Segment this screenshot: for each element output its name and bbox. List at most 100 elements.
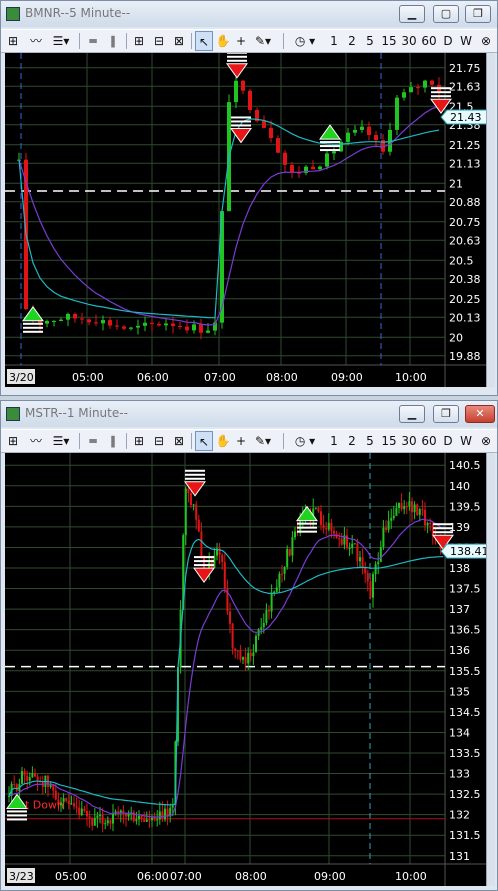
candle-down: [153, 817, 156, 821]
candle-up: [351, 543, 354, 549]
draw-pen-icon[interactable]: ✎▾: [251, 31, 275, 51]
candle-down: [325, 528, 328, 530]
candle-up: [318, 166, 322, 170]
close-button[interactable]: ✕: [465, 405, 495, 423]
crosshair-icon[interactable]: +: [234, 31, 248, 51]
period-w[interactable]: W: [458, 31, 474, 51]
draw-pen-icon[interactable]: ✎▾: [251, 431, 275, 451]
minimize-button[interactable]: ▁: [399, 5, 425, 23]
vertical-lines-icon[interactable]: ∥: [105, 431, 121, 451]
candle-up: [171, 805, 174, 808]
y-axis-tick-label: 132.5: [449, 788, 481, 801]
candle-down: [115, 325, 119, 327]
period-30[interactable]: 30: [400, 431, 418, 451]
pointer-icon[interactable]: ↖: [195, 31, 213, 51]
period-2[interactable]: 2: [346, 31, 358, 51]
candle-down: [75, 806, 78, 808]
clock-dropdown-icon[interactable]: ◷ ▾: [288, 31, 322, 51]
period-1[interactable]: 1: [328, 431, 340, 451]
indicators-dropdown-icon[interactable]: ☰▾: [49, 31, 73, 51]
candle-down: [330, 522, 333, 531]
candle-down: [15, 784, 18, 792]
horizontal-line-icon[interactable]: ═: [85, 431, 101, 451]
close-chart-icon[interactable]: ⊗: [478, 31, 494, 51]
minimize-button[interactable]: ▁: [399, 405, 425, 423]
candle-up: [127, 813, 130, 817]
candle-up: [66, 313, 70, 320]
zoom-icon[interactable]: ⊟: [151, 431, 167, 451]
period-5[interactable]: 5: [364, 431, 376, 451]
minimize-icon: ▁: [407, 7, 417, 20]
signal-stripe: [297, 530, 317, 533]
period-1[interactable]: 1: [328, 31, 340, 51]
period-60[interactable]: 60: [420, 431, 438, 451]
candle-up: [372, 574, 374, 598]
price-chart[interactable]: 21.75 21.63 21.5 21.38 21.25 21.13 21 20.88 20.7…: [5, 53, 491, 387]
title-bar[interactable]: MSTR--1 Minute-- ▁ ❐ ✕: [1, 401, 497, 427]
candle-down: [421, 509, 424, 511]
candle-down: [221, 554, 224, 562]
crosshair-icon[interactable]: +: [234, 431, 248, 451]
period-60[interactable]: 60: [420, 31, 438, 51]
candle-down: [125, 813, 127, 817]
candle-down: [361, 557, 364, 569]
candle-up: [192, 504, 195, 506]
period-2[interactable]: 2: [346, 431, 358, 451]
period-d[interactable]: D: [441, 31, 455, 51]
title-bar[interactable]: BMNR--5 Minute-- ▁ ▢ ❐: [1, 1, 497, 27]
period-30[interactable]: 30: [400, 31, 418, 51]
candle-down: [185, 326, 189, 331]
hand-pan-icon[interactable]: ✋: [215, 431, 231, 451]
candle-up: [360, 126, 364, 130]
x-axis-tick-label: 05:00: [72, 371, 104, 384]
candle-down: [65, 798, 68, 801]
fit-icon[interactable]: ⊠: [171, 431, 187, 451]
candle-up: [395, 97, 399, 130]
price-chart[interactable]: 140.5140139.5139138.5138137.5137136.5136…: [5, 453, 491, 886]
chart-settings-icon[interactable]: ⊞: [4, 431, 22, 451]
candle-up: [377, 562, 380, 565]
vertical-scrollbar[interactable]: [486, 53, 495, 387]
restore-button[interactable]: ❐: [433, 405, 459, 423]
x-axis-tick-label: 09:00: [314, 870, 346, 883]
period-w[interactable]: W: [458, 431, 474, 451]
signal-stripe: [231, 120, 251, 123]
candle-down: [269, 127, 273, 139]
horizontal-line-icon[interactable]: ═: [85, 31, 101, 51]
candle-up: [325, 153, 329, 167]
candle-down: [187, 488, 190, 494]
candle-up: [379, 546, 382, 563]
clock-dropdown-icon[interactable]: ◷ ▾: [288, 431, 322, 451]
fit-icon[interactable]: ⊠: [171, 31, 187, 51]
period-15[interactable]: 15: [380, 31, 398, 51]
line-style-icon[interactable]: 〰: [27, 31, 45, 51]
line-style-icon[interactable]: 〰: [27, 431, 45, 451]
chart-settings-icon[interactable]: ⊞: [4, 31, 22, 51]
crosshair-grid-icon[interactable]: ⊞: [131, 31, 147, 51]
zoom-icon[interactable]: ⊟: [151, 31, 167, 51]
period-15[interactable]: 15: [380, 431, 398, 451]
close-chart-icon[interactable]: ⊗: [478, 431, 494, 451]
signal-stripe: [7, 810, 27, 813]
candle-down: [34, 773, 36, 777]
candle-down: [197, 519, 200, 532]
maximize-button[interactable]: ▢: [433, 5, 459, 23]
vertical-lines-icon[interactable]: ∥: [105, 31, 121, 51]
vertical-scrollbar[interactable]: [486, 453, 495, 886]
indicators-dropdown-icon[interactable]: ☰▾: [49, 431, 73, 451]
toolbar-divider: [283, 433, 284, 449]
period-d[interactable]: D: [441, 431, 455, 451]
pointer-icon[interactable]: ↖: [195, 431, 213, 451]
crosshair-grid-icon[interactable]: ⊞: [131, 431, 147, 451]
signal-stripe: [297, 522, 317, 525]
period-5[interactable]: 5: [364, 31, 376, 51]
y-axis-tick-label: 21.63: [449, 80, 481, 93]
hand-pan-icon[interactable]: ✋: [215, 31, 231, 51]
signal-stripe: [320, 145, 340, 148]
candle-up: [332, 151, 336, 154]
x-axis-tick-label: 08:00: [235, 870, 267, 883]
candle-down: [195, 504, 198, 520]
candle-up: [346, 132, 350, 142]
candle-up: [348, 548, 351, 550]
restore-button[interactable]: ❐: [465, 5, 491, 23]
